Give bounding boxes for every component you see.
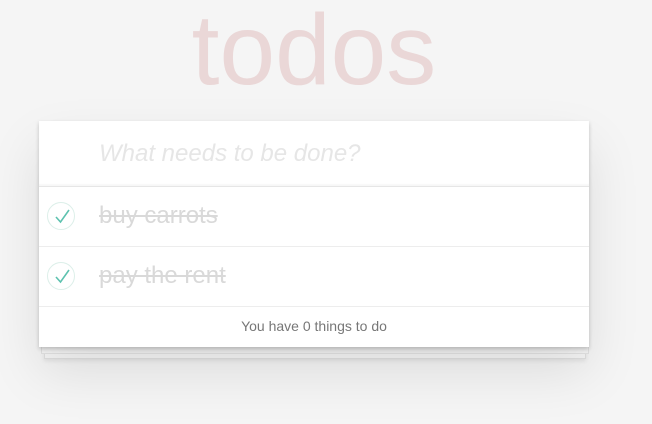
todo-item: buy carrots	[39, 187, 589, 247]
todo-app-card: buy carrots pay the rent You have 0 thin…	[39, 121, 589, 347]
todo-count: You have 0 things to do	[241, 318, 387, 334]
app-title: todos	[191, 0, 437, 106]
checkmark-icon	[55, 209, 70, 224]
todo-label[interactable]: buy carrots	[99, 202, 218, 230]
todo-toggle[interactable]	[47, 202, 75, 230]
todo-label[interactable]: pay the rent	[99, 262, 226, 290]
todo-footer: You have 0 things to do	[39, 307, 589, 347]
card-stack-shadow	[41, 346, 589, 354]
checkmark-icon	[55, 269, 70, 284]
todo-toggle[interactable]	[47, 262, 75, 290]
todo-list: buy carrots pay the rent	[39, 187, 589, 307]
new-todo-input[interactable]	[39, 121, 589, 187]
todo-item: pay the rent	[39, 247, 589, 307]
